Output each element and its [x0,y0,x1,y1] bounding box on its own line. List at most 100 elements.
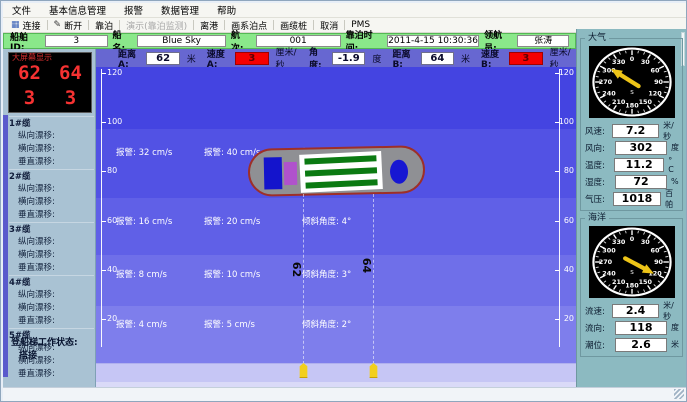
pressure-unit: 百帕 [665,188,680,210]
svg-text:270: 270 [598,78,612,86]
cable-4-item-2: 垂直漂移: [9,315,94,328]
tick-label-right: 40 [564,266,574,274]
readings-bar: 距离A:62米速度A:3厘米/秒角度:-1.9度距离B:64米速度B:3厘米/秒 [96,49,576,67]
gangway-status: 登船梯工作状态: 搭接 [11,335,95,361]
tide-level-row: 潮位:2.6米 [583,336,680,353]
toolbar-label: 演示(靠泊监测) [126,19,187,32]
tide-level-unit: 米 [671,339,679,350]
alarm-threshold-a: 报警: 32 cm/s [116,146,204,158]
cable-4-item-0: 纵向漂移: [9,289,94,302]
cable-2-item-0: 纵向漂移: [9,183,94,196]
cable-header-3: 3#缆 [9,224,94,236]
svg-text:90: 90 [654,258,663,266]
chart-band-1 [96,67,576,129]
berthing-chart-region: 距离A:62米速度A:3厘米/秒角度:-1.9度距离B:64米速度B:3厘米/秒… [96,49,576,387]
svg-text:0: 0 [629,55,634,63]
toolbar-separator [47,20,48,30]
current-direction-unit: 度 [671,322,679,333]
ship-id-value[interactable]: 3 [45,35,108,47]
svg-text:300: 300 [602,247,616,255]
deck-stripe [305,179,377,188]
voyage-value[interactable]: 001 [256,35,341,47]
tick-mark-left [102,221,106,222]
wind-direction-value: 302 [615,141,667,155]
svg-text:210: 210 [612,98,626,106]
speed-a-value: 3 [235,52,268,65]
menu-item-2[interactable]: 报警 [115,2,152,18]
menu-item-3[interactable]: 数据管理 [152,2,208,18]
temperature-label: 温度: [585,159,614,171]
svg-text:240: 240 [602,270,616,278]
toolbar-disconnect[interactable]: ✎断开 [49,19,88,32]
tick-label-right: 100 [559,118,574,126]
distance-a-value: 62 [146,52,179,65]
berth-time-value[interactable]: 2011-4-15 10:30:36 [387,35,479,47]
environment-panel: 大气 0306090120150180210240270300330S 风速:7… [576,29,686,387]
svg-text:330: 330 [612,238,626,246]
menu-item-1[interactable]: 基本信息管理 [40,2,115,18]
berthing-plot: 1201201001008080606040402020 报警: 32 cm/s… [96,67,576,387]
ship-shape [248,145,426,197]
ocean-fields: 流速:2.4米/秒流向:118度潮位:2.6米 [583,302,680,353]
tide-level-label: 潮位: [585,339,615,351]
tick-mark-right [555,270,559,271]
menu-item-0[interactable]: 文件 [3,2,40,18]
current-speed-label: 流速: [585,305,612,317]
toolbar-cancel[interactable]: 取消 [315,19,343,32]
tick-mark-left [102,270,106,271]
svg-text:30: 30 [640,238,649,246]
speed-b-value: 3 [509,52,542,65]
temperature-value: 11.2 [614,158,664,172]
tick-label-left: 80 [107,167,117,175]
dock-strip [96,363,576,382]
alarm-threshold-b: 报警: 20 cm/s [204,215,302,227]
humidity-label: 湿度: [585,176,615,188]
humidity-unit: % [671,177,679,186]
left-edge-strip [3,115,8,377]
cable-section-3: 3#缆纵向漂移:横向漂移:垂直漂移: [9,222,94,275]
tick-label-right: 20 [564,315,574,323]
cable-2-item-1: 横向漂移: [9,196,94,209]
current-compass-gauge: 0306090120150180210240270300330S [589,226,675,298]
svg-text:0: 0 [629,235,634,243]
tick-label-right: 120 [559,69,574,77]
svg-text:270: 270 [598,258,612,266]
disconnect-icon: ✎ [54,21,62,30]
deck-stripe [305,167,377,176]
current-speed-unit: 米/秒 [663,300,680,322]
menu-item-4[interactable]: 帮助 [208,2,245,18]
distance-a-unit: 米 [187,52,196,65]
angle-unit: 度 [372,52,381,65]
tilt-angle-threshold: 倾斜角度: 3° [302,270,351,280]
current-direction-value: 118 [615,321,667,335]
cable-5-item-2: 垂直漂移: [9,368,94,381]
tick-mark-right [555,221,559,222]
temperature-unit: ° C [668,156,680,174]
cable-header-4: 4#缆 [9,277,94,289]
tick-label-left: 120 [107,69,122,77]
toolbar-depart[interactable]: 离港 [195,19,223,32]
pressure-value: 1018 [613,192,661,206]
wind-direction-label: 风向: [585,142,615,154]
resize-grip[interactable] [674,389,684,399]
tick-label-right: 60 [564,217,574,225]
weather-group: 大气 0306090120150180210240270300330S 风速:7… [580,38,683,211]
tick-label-left: 100 [107,118,122,126]
ship-hold-blue [264,157,283,189]
svg-text:240: 240 [602,90,616,98]
tilt-angle-threshold: 倾斜角度: 2° [302,320,351,330]
ship-name-value[interactable]: Blue Sky [137,35,225,47]
cable-section-4: 4#缆纵向漂移:横向漂移:垂直漂移: [9,275,94,328]
wind-compass-gauge: 0306090120150180210240270300330S [589,46,675,118]
toolbar-separator [313,20,314,30]
humidity-value: 72 [615,175,667,189]
current-direction-row: 流向:118度 [583,319,680,336]
svg-text:S: S [630,270,634,276]
toolbar-label: 靠泊 [95,19,113,32]
svg-text:150: 150 [638,98,652,106]
alarm-row-2: 报警: 8 cm/s报警: 10 cm/s倾斜角度: 3° [116,268,351,280]
distance-line-a-label: 62 [290,262,303,277]
toolbar-draw-bollard[interactable]: 画缆桩 [275,19,312,32]
cable-1-item-2: 垂直漂移: [9,156,94,169]
tick-label-right: 80 [564,167,574,175]
